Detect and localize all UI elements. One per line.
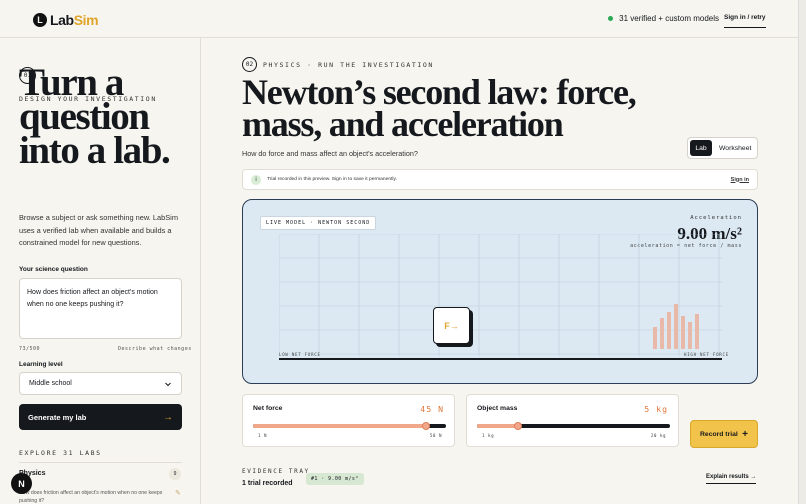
slider-thumb[interactable] [422,422,430,430]
logo[interactable]: L LabSim [33,12,99,28]
trail-bar [674,304,678,349]
scrollbar[interactable] [798,0,806,504]
net-force-value: 45 N [420,404,444,414]
record-trial-button[interactable]: Record trial + [690,420,758,448]
trial-chip[interactable]: #1 · 9.00 m/s² [306,473,364,485]
question-input[interactable]: How does friction affect an object's mot… [19,278,182,339]
question-label: Your science question [19,266,88,273]
net-force-max: 50 N [429,433,442,438]
step-badge-02: 02 [242,57,257,72]
slider-fill [477,424,518,428]
trials-recorded: 1 trial recorded [242,480,293,487]
object-mass-value: 5 kg [644,404,668,414]
generate-lab-button[interactable]: Generate my lab → [19,404,182,430]
motion-grid [279,234,722,356]
logo-lab: Lab [50,12,74,28]
divider [19,462,182,463]
net-force-slider[interactable] [253,419,446,433]
hero-description: Browse a subject or ask something new. L… [19,213,178,247]
preview-notice: i Trial recorded in this preview. Sign i… [242,169,758,190]
lab-title: Newton’s second law: force, mass, and ac… [242,72,637,144]
describe-hint: Describe what changes [118,346,192,352]
info-icon: i [251,174,261,185]
account-avatar-button[interactable]: N [11,473,32,494]
models-text: 31 verified + custom models [619,14,719,23]
live-model-label: Live model · Newton second [260,216,377,230]
object-mass-slider[interactable] [477,419,670,433]
record-label: Record trial [700,430,738,438]
trail-bar [667,312,671,349]
trail-bar [660,318,664,349]
tab-worksheet[interactable]: Worksheet [712,145,751,152]
net-force-panel: Net force 45 N 1 N 50 N [242,394,455,447]
plus-icon: + [742,428,748,440]
run-breadcrumb: Physics · Run the investigation [263,61,434,69]
sign-in-retry-link[interactable]: Sign in / retry [724,14,766,28]
axis-high-label: High net force [684,352,729,357]
net-force-label: Net force [253,405,283,412]
lab-visualization: Live model · Newton second Acceleration … [242,199,758,384]
pencil-icon[interactable]: ✎ [175,489,181,497]
status-dot-icon [608,16,614,21]
app-header: L LabSim 31 verified + custom models Sig… [0,0,798,38]
arrow-right-icon: → [163,411,173,423]
net-force-min: 1 N [258,433,268,438]
lab-item-description[interactable]: How does friction affect an object's mot… [19,490,164,504]
track-line [279,358,722,360]
level-select[interactable]: Middle school [19,372,182,395]
generate-label: Generate my lab [28,412,87,422]
object-mass-label: Object mass [477,405,518,412]
notice-text: Trial recorded in this preview. Sign in … [267,177,397,182]
notice-sign-in-link[interactable]: Sign in [731,177,749,183]
chevron-down-icon [164,380,172,387]
object-mass-panel: Object mass 5 kg 1 kg 20 kg [466,394,679,447]
evidence-tray-label: Evidence tray [242,468,310,475]
char-count: 73/500 [19,346,41,352]
logo-text: LabSim [50,12,99,28]
trail-bar [681,316,685,349]
trail-bar [688,322,692,349]
slider-fill [253,424,426,428]
acceleration-label: Acceleration [690,215,742,221]
trail-bar [695,314,699,349]
axis-low-label: Low net force [279,352,321,357]
object-mass-min: 1 kg [482,433,495,438]
level-label: Learning level [19,361,63,368]
trail-bar [653,327,657,349]
lab-question: How do force and mass affect an object's… [242,149,418,158]
hero-headline: Turn a question into a lab. [19,61,171,172]
view-toggle: Lab Worksheet [687,137,758,159]
models-status: 31 verified + custom models [608,14,719,23]
logo-icon: L [33,13,47,27]
level-value: Middle school [29,380,72,387]
explore-eyebrow: Explore 31 labs [19,449,102,457]
explain-results-link[interactable]: Explain results → [706,474,757,484]
lab-count-badge: 9 [169,468,181,480]
slider-thumb[interactable] [514,422,522,430]
tab-lab[interactable]: Lab [690,140,712,156]
force-block[interactable]: F→ [433,307,470,344]
logo-sim: Sim [73,12,99,28]
object-mass-max: 20 kg [650,433,666,438]
